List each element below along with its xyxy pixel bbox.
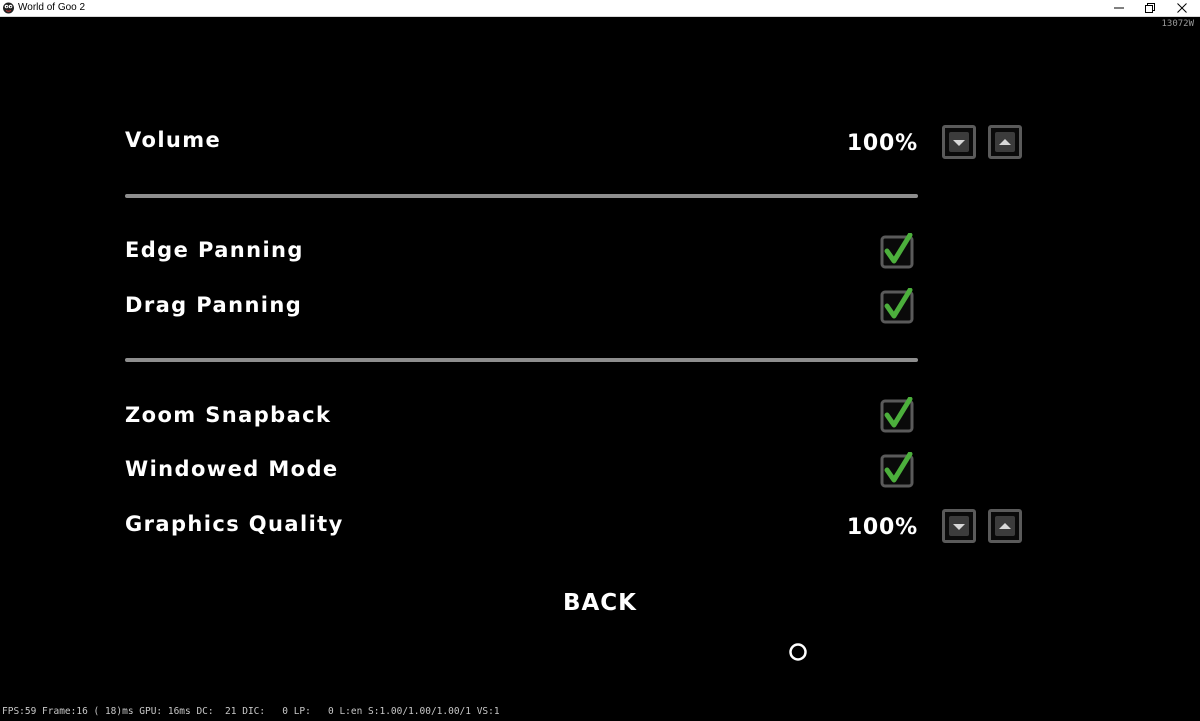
goo-ball-app-icon [2,1,15,14]
back-button[interactable]: BACK [540,589,660,617]
windowed-mode-checkbox[interactable] [880,452,916,488]
cursor-ring-icon [789,643,807,661]
zoom-snapback-checkbox[interactable] [880,397,916,433]
drag-panning-label: Drag Panning [125,293,303,317]
restore-button[interactable] [1135,0,1165,16]
minimize-button[interactable] [1104,0,1134,16]
zoom-snapback-label: Zoom Snapback [125,403,332,427]
build-version: 13072W [1161,19,1194,29]
volume-increase-button[interactable] [988,125,1022,159]
minimize-icon [1114,7,1124,9]
edge-panning-checkbox[interactable] [880,233,916,269]
graphics-quality-value: 100% [846,515,918,540]
volume-value: 100% [846,131,918,156]
windowed-mode-label: Windowed Mode [125,457,339,481]
graphics-quality-decrease-button[interactable] [942,509,976,543]
graphics-quality-increase-button[interactable] [988,509,1022,543]
section-divider [125,358,918,362]
restore-icon [1145,3,1155,13]
close-icon [1177,3,1187,13]
close-button[interactable] [1167,0,1197,16]
debug-stats: FPS:59 Frame:16 ( 18)ms GPU: 16ms DC: 21… [2,706,500,717]
arrow-down-icon [949,132,969,152]
arrow-down-icon [949,516,969,536]
drag-panning-checkbox[interactable] [880,288,916,324]
window-titlebar[interactable]: World of Goo 2 [0,0,1200,17]
arrow-up-icon [995,132,1015,152]
volume-decrease-button[interactable] [942,125,976,159]
arrow-up-icon [995,516,1015,536]
section-divider [125,194,918,198]
window-title: World of Goo 2 [18,2,86,13]
volume-label: Volume [125,128,222,152]
graphics-quality-label: Graphics Quality [125,512,344,536]
edge-panning-label: Edge Panning [125,238,304,262]
